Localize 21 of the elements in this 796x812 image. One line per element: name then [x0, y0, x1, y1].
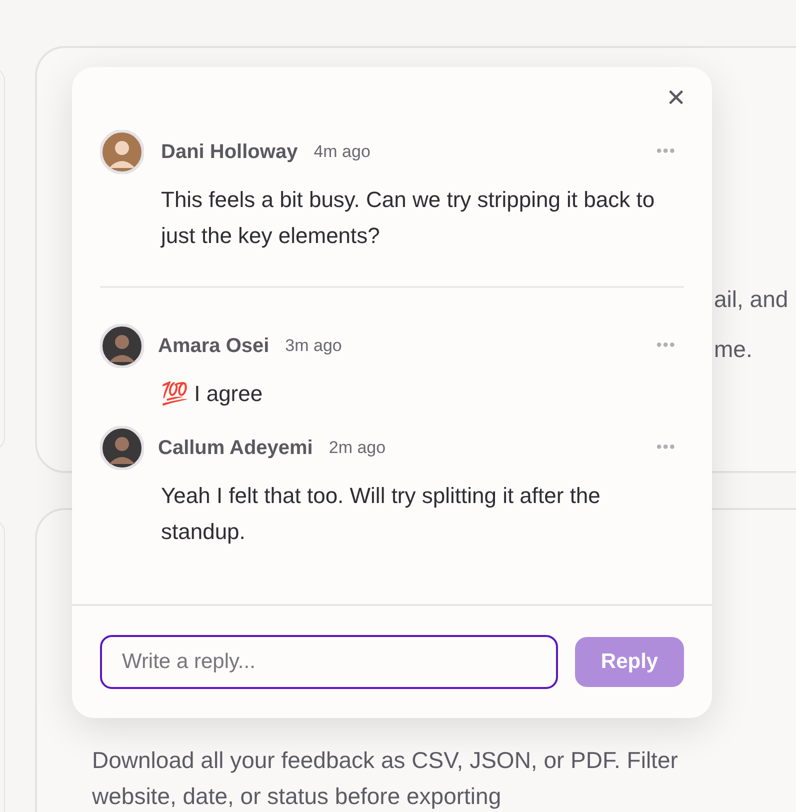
author-name: Callum Adeyemi — [158, 436, 313, 460]
reply-field[interactable]: Write a reply... — [100, 635, 558, 689]
avatar — [100, 426, 144, 470]
more-button[interactable]: ••• — [656, 439, 676, 457]
reply-button[interactable]: Reply — [575, 637, 684, 687]
more-button[interactable]: ••• — [656, 143, 676, 161]
more-button[interactable]: ••• — [656, 337, 676, 355]
timestamp: 2m ago — [328, 438, 386, 458]
timestamp: 4m ago — [314, 142, 370, 162]
avatar — [100, 130, 144, 174]
comment-text: 💯 I agree — [161, 380, 264, 408]
author-name: Amara Osei — [158, 334, 270, 358]
author-name: Dani Holloway — [161, 140, 298, 164]
avatar — [100, 324, 144, 368]
card-description: Download all your feedback as CSV, JSON, or PDF. Filter website, date, or status before exporting — [92, 746, 678, 811]
timestamp: 3m ago — [285, 336, 342, 356]
comment-text: This feels a bit busy. Can we try stripping it back to just the key elements? — [161, 186, 656, 250]
card-text: me. — [714, 336, 752, 363]
close-button[interactable]: ✕ — [666, 85, 686, 113]
card-text: ail, and — [714, 286, 788, 313]
comment-text: Yeah I felt that too. Will try splitting it after the standup. — [161, 482, 602, 546]
